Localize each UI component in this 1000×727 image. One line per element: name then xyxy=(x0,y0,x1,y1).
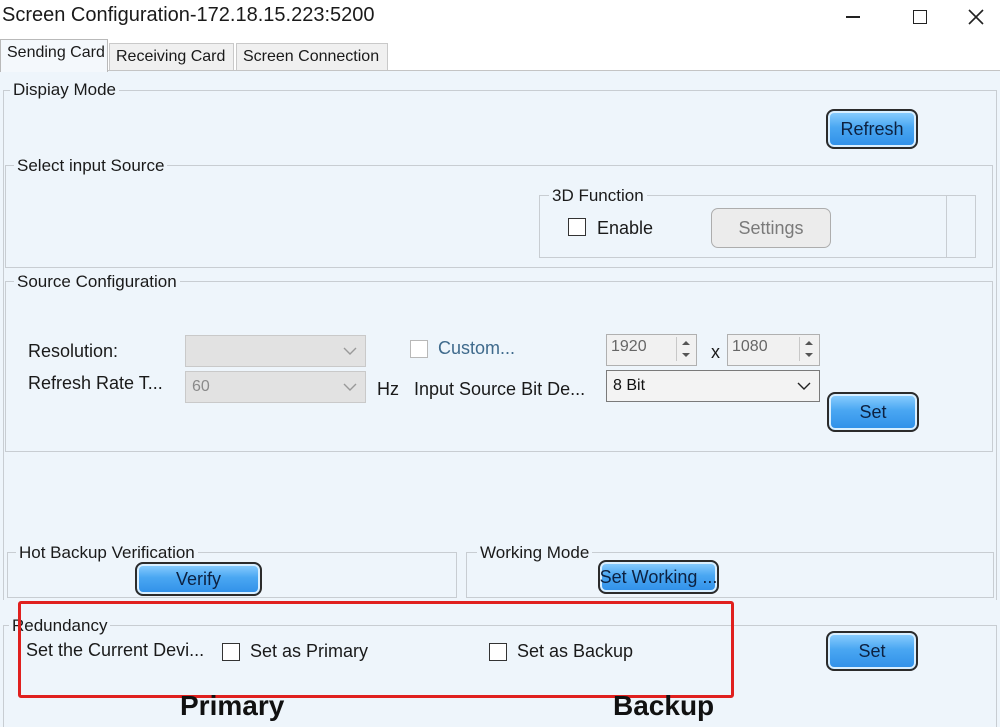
spin-down-icon xyxy=(805,353,813,357)
refresh-rate-value: 60 xyxy=(192,378,210,395)
tab-receiving-card[interactable]: Receiving Card xyxy=(109,43,234,71)
bit-depth-label: Input Source Bit De... xyxy=(414,379,586,399)
minimize-button[interactable] xyxy=(830,0,876,34)
refresh-rate-label: Refresh Rate T... xyxy=(28,373,163,393)
chevron-down-icon xyxy=(797,382,811,390)
input-source-label: Select input Source xyxy=(14,156,168,176)
3d-settings-button[interactable]: Settings xyxy=(711,208,831,248)
custom-label: Custom... xyxy=(438,338,516,358)
height-spin-arrows[interactable] xyxy=(799,337,817,361)
x-label: x xyxy=(711,342,720,362)
close-icon xyxy=(968,9,984,25)
spin-up-icon xyxy=(805,341,813,345)
chevron-down-icon xyxy=(343,347,357,355)
source-config-label: Source Configuration xyxy=(14,272,180,292)
width-value: 1920 xyxy=(611,338,647,355)
height-value: 1080 xyxy=(732,338,768,355)
highlight-box xyxy=(18,601,734,698)
width-input[interactable]: 1920 xyxy=(606,334,697,366)
chevron-down-icon xyxy=(343,383,357,391)
maximize-button[interactable] xyxy=(897,0,943,34)
verify-button[interactable]: Verify xyxy=(135,562,262,596)
width-spin-arrows[interactable] xyxy=(676,337,694,361)
height-input[interactable]: 1080 xyxy=(727,334,820,366)
refresh-button[interactable]: Refresh xyxy=(826,109,918,149)
enable-3d-checkbox[interactable] xyxy=(568,218,586,236)
custom-checkbox[interactable] xyxy=(410,340,428,358)
divider xyxy=(946,196,947,257)
hot-backup-label: Hot Backup Verification xyxy=(16,543,198,563)
minimize-icon xyxy=(846,16,860,18)
primary-annotation: Primary xyxy=(180,690,285,721)
set-working-mode-button[interactable]: Set Working ... xyxy=(598,560,719,594)
3d-function-label: 3D Function xyxy=(549,186,647,206)
refresh-rate-select[interactable]: 60 xyxy=(185,371,366,403)
spin-up-icon xyxy=(682,341,690,345)
working-mode-label: Working Mode xyxy=(477,543,593,563)
display-mode-label: Dispiay Mode xyxy=(10,80,119,100)
bit-depth-value: 8 Bit xyxy=(613,377,646,394)
window-title: Screen Configuration-172.18.15.223:5200 xyxy=(2,4,375,26)
redundancy-set-button[interactable]: Set xyxy=(826,631,918,671)
tab-screen-connection[interactable]: Screen Connection xyxy=(236,43,388,71)
maximize-icon xyxy=(913,10,927,24)
backup-annotation: Backup xyxy=(613,690,715,721)
enable-3d-label: Enable xyxy=(597,218,654,238)
hz-label: Hz xyxy=(377,379,399,399)
title-bar: Screen Configuration-172.18.15.223:5200 xyxy=(0,0,1000,36)
close-button[interactable] xyxy=(953,0,999,34)
spin-down-icon xyxy=(682,353,690,357)
resolution-label: Resolution: xyxy=(28,341,119,361)
resolution-select[interactable] xyxy=(185,335,366,367)
source-set-button[interactable]: Set xyxy=(827,392,919,432)
bit-depth-select[interactable]: 8 Bit xyxy=(606,370,820,402)
tab-sending-card[interactable]: Sending Card xyxy=(0,39,108,72)
